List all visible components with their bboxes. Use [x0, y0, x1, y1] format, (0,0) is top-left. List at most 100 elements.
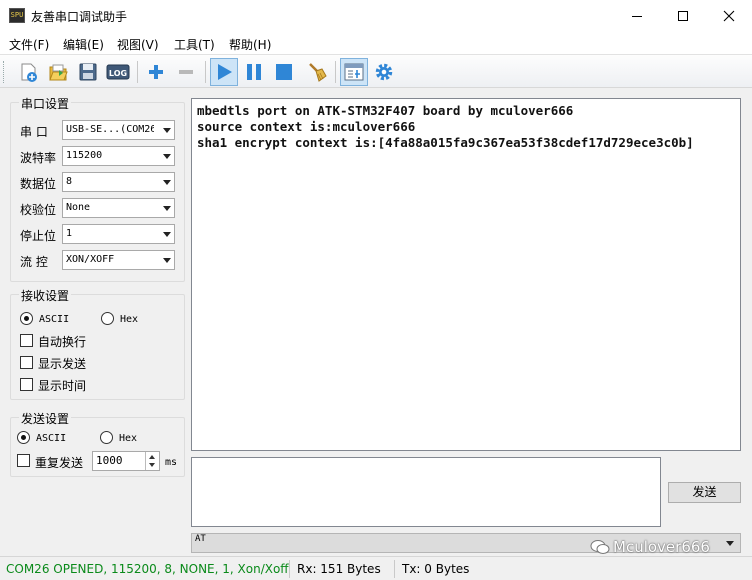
new-session-icon: [21, 63, 37, 82]
chevron-down-icon: [163, 258, 171, 263]
spin-up-icon[interactable]: [149, 455, 155, 459]
port-select[interactable]: USB-SE...(COM26: [62, 120, 175, 140]
chevron-down-icon: [163, 232, 171, 237]
clear-broom-icon: [309, 63, 327, 82]
output-line: mbedtls port on ATK-STM32F407 board by m…: [197, 103, 574, 118]
flow-control-label: 流 控: [20, 255, 48, 269]
panel-layout-icon: [344, 63, 364, 81]
title-bar: SPU 友善串口调试助手: [0, 0, 752, 32]
stop-button[interactable]: [270, 58, 298, 86]
open-button[interactable]: [44, 58, 72, 86]
send-button[interactable]: 发送: [668, 482, 741, 503]
window-title: 友善串口调试助手: [31, 10, 128, 24]
serial-settings-title: 串口设置: [19, 95, 72, 112]
tx-count: Tx: 0 Bytes: [402, 562, 470, 576]
main-panel: 串口设置 串 口 USB-SE...(COM26 波特率 115200 数据位 …: [0, 88, 752, 556]
menu-file[interactable]: 文件(F): [9, 36, 49, 53]
send-hex-label: Hex: [119, 433, 138, 444]
receive-settings-title: 接收设置: [19, 287, 72, 304]
receive-hex-label: Hex: [120, 314, 139, 325]
parity-label: 校验位: [20, 203, 57, 217]
close-icon: [723, 10, 735, 22]
interval-unit-label: ms: [165, 457, 178, 468]
maximize-icon: [678, 11, 688, 21]
menu-view[interactable]: 视图(V): [117, 36, 159, 53]
remove-button[interactable]: [172, 58, 200, 86]
baud-select[interactable]: 115200: [62, 146, 175, 166]
log-icon: LOG: [106, 64, 130, 80]
stop-icon: [276, 64, 292, 80]
baud-label: 波特率: [20, 151, 57, 165]
chevron-down-icon: [163, 154, 171, 159]
send-ascii-label: ASCII: [36, 433, 67, 444]
minimize-button[interactable]: [614, 0, 660, 32]
send-hex-radio[interactable]: [100, 431, 113, 444]
app-logo-icon: SPU: [9, 8, 25, 23]
menu-edit[interactable]: 编辑(E): [63, 36, 104, 53]
menu-help[interactable]: 帮助(H): [229, 36, 271, 53]
menu-tools[interactable]: 工具(T): [174, 36, 215, 53]
status-divider: [289, 560, 290, 578]
chevron-down-icon: [163, 180, 171, 185]
toolbar-separator: [335, 61, 336, 83]
parity-select[interactable]: None: [62, 198, 175, 218]
save-icon: [79, 63, 97, 81]
wechat-icon: [590, 540, 610, 554]
receive-ascii-radio[interactable]: [20, 312, 33, 325]
output-line: source context is:mculover666: [197, 119, 416, 134]
output-line: sha1 encrypt context is:[4fa88a015fa9c36…: [197, 135, 694, 150]
connection-status: COM26 OPENED, 115200, 8, NONE, 1, Xon/Xo…: [6, 562, 289, 576]
spin-down-icon[interactable]: [149, 463, 155, 467]
repeat-interval-input[interactable]: 1000: [92, 451, 160, 471]
serial-settings-group: 串口设置 串 口 USB-SE...(COM26 波特率 115200 数据位 …: [10, 95, 185, 282]
send-settings-title: 发送设置: [19, 410, 72, 427]
settings-button[interactable]: [370, 58, 398, 86]
repeat-send-checkbox[interactable]: [17, 454, 30, 467]
toolbar: LOG: [0, 54, 752, 88]
show-send-checkbox[interactable]: [20, 356, 33, 369]
show-time-label: 显示时间: [38, 379, 87, 393]
status-divider: [394, 560, 395, 578]
interval-spinner[interactable]: [145, 452, 159, 470]
minimize-icon: [632, 15, 642, 17]
send-input-area[interactable]: [191, 457, 661, 527]
maximize-button[interactable]: [660, 0, 706, 32]
toolbar-grip[interactable]: [3, 61, 6, 83]
clear-button[interactable]: [303, 58, 331, 86]
new-session-button[interactable]: [14, 58, 42, 86]
receive-settings-group: 接收设置 ASCII Hex 自动换行 显示发送 显示时间: [10, 287, 185, 400]
toolbar-separator: [205, 61, 206, 83]
add-button[interactable]: [142, 58, 170, 86]
receive-output-area[interactable]: mbedtls port on ATK-STM32F407 board by m…: [191, 98, 741, 451]
port-label: 串 口: [20, 125, 48, 139]
open-folder-icon: [49, 64, 68, 81]
receive-ascii-label: ASCII: [39, 314, 70, 325]
save-button[interactable]: [74, 58, 102, 86]
receive-hex-radio[interactable]: [101, 312, 114, 325]
stop-bits-label: 停止位: [20, 229, 57, 243]
show-time-checkbox[interactable]: [20, 378, 33, 391]
close-button[interactable]: [706, 0, 752, 32]
data-bits-label: 数据位: [20, 177, 57, 191]
toolbar-separator: [137, 61, 138, 83]
chevron-down-icon: [163, 206, 171, 211]
auto-wrap-label: 自动换行: [38, 335, 87, 349]
add-icon: [149, 65, 163, 79]
chevron-down-icon: [726, 541, 734, 546]
start-button[interactable]: [210, 58, 238, 86]
watermark: Mculover666: [590, 538, 710, 556]
data-bits-select[interactable]: 8: [62, 172, 175, 192]
repeat-send-label: 重复发送: [35, 456, 84, 470]
pause-button[interactable]: [240, 58, 268, 86]
flow-control-select[interactable]: XON/XOFF: [62, 250, 175, 270]
svg-text:LOG: LOG: [109, 69, 127, 78]
pause-icon: [247, 64, 261, 80]
log-button[interactable]: LOG: [104, 58, 132, 86]
show-send-label: 显示发送: [38, 357, 87, 371]
panel-layout-button[interactable]: [340, 58, 368, 86]
chevron-down-icon: [163, 128, 171, 133]
stop-bits-select[interactable]: 1: [62, 224, 175, 244]
auto-wrap-checkbox[interactable]: [20, 334, 33, 347]
send-ascii-radio[interactable]: [17, 431, 30, 444]
status-bar: COM26 OPENED, 115200, 8, NONE, 1, Xon/Xo…: [0, 556, 752, 580]
